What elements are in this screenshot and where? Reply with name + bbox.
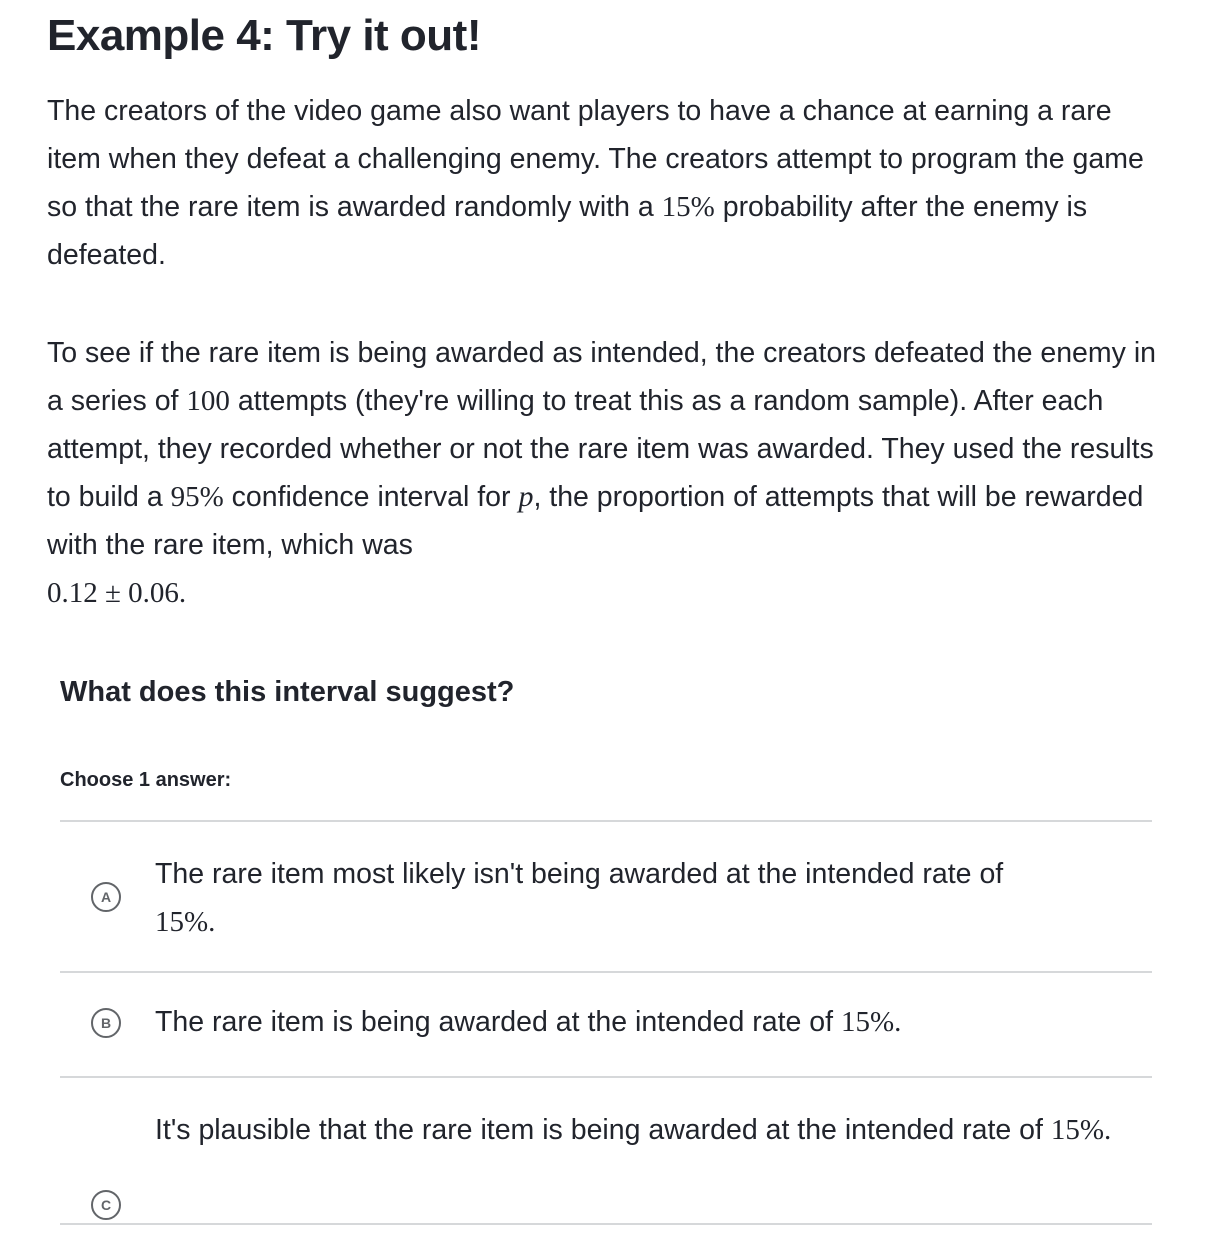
choice-b[interactable]: B The rare item is being awarded at the … [60, 973, 1152, 1078]
choice-text: The rare item is being awarded at the in… [155, 1006, 841, 1038]
math-attempts: 100 [186, 385, 230, 417]
choice-a[interactable]: A The rare item most likely isn't being … [60, 822, 1152, 973]
choice-text-end: . [1104, 1114, 1112, 1146]
page-title: Example 4: Try it out! [47, 11, 481, 60]
math-confidence-level: 95% [170, 481, 224, 513]
problem-paragraph-1: The creators of the video game also want… [47, 87, 1157, 279]
paragraph-text: . [178, 577, 187, 609]
math-interval: 0.12 ± 0.06 [47, 577, 179, 609]
math-percent: 15% [841, 1006, 895, 1038]
choice-c-text: It's plausible that the rare item is bei… [155, 1106, 1145, 1154]
choice-text-end: . [208, 906, 216, 938]
math-percent: 15% [155, 906, 209, 938]
choose-answer-label: Choose 1 answer: [60, 769, 232, 791]
choice-c[interactable]: C It's plausible that the rare item is b… [60, 1078, 1152, 1225]
choice-b-radio-icon[interactable]: B [91, 1008, 121, 1038]
math-percent: 15% [661, 191, 715, 223]
paragraph-text: confidence interval for [223, 481, 519, 513]
math-variable-p: p [518, 480, 534, 513]
choice-text-end: . [894, 1006, 902, 1038]
question-prompt: What does this interval suggest? [60, 676, 515, 708]
math-percent: 15% [1050, 1114, 1104, 1146]
choice-a-radio-icon[interactable]: A [91, 882, 121, 912]
problem-paragraph-2: To see if the rare item is being awarded… [47, 329, 1157, 617]
choice-text: It's plausible that the rare item is bei… [155, 1114, 1051, 1146]
choice-b-text: The rare item is being awarded at the in… [155, 998, 1145, 1046]
choice-a-text: The rare item most likely isn't being aw… [155, 850, 1145, 946]
choice-text: The rare item most likely isn't being aw… [155, 858, 1004, 890]
choice-c-radio-icon[interactable]: C [91, 1190, 121, 1220]
answer-choices: A The rare item most likely isn't being … [60, 820, 1152, 1225]
